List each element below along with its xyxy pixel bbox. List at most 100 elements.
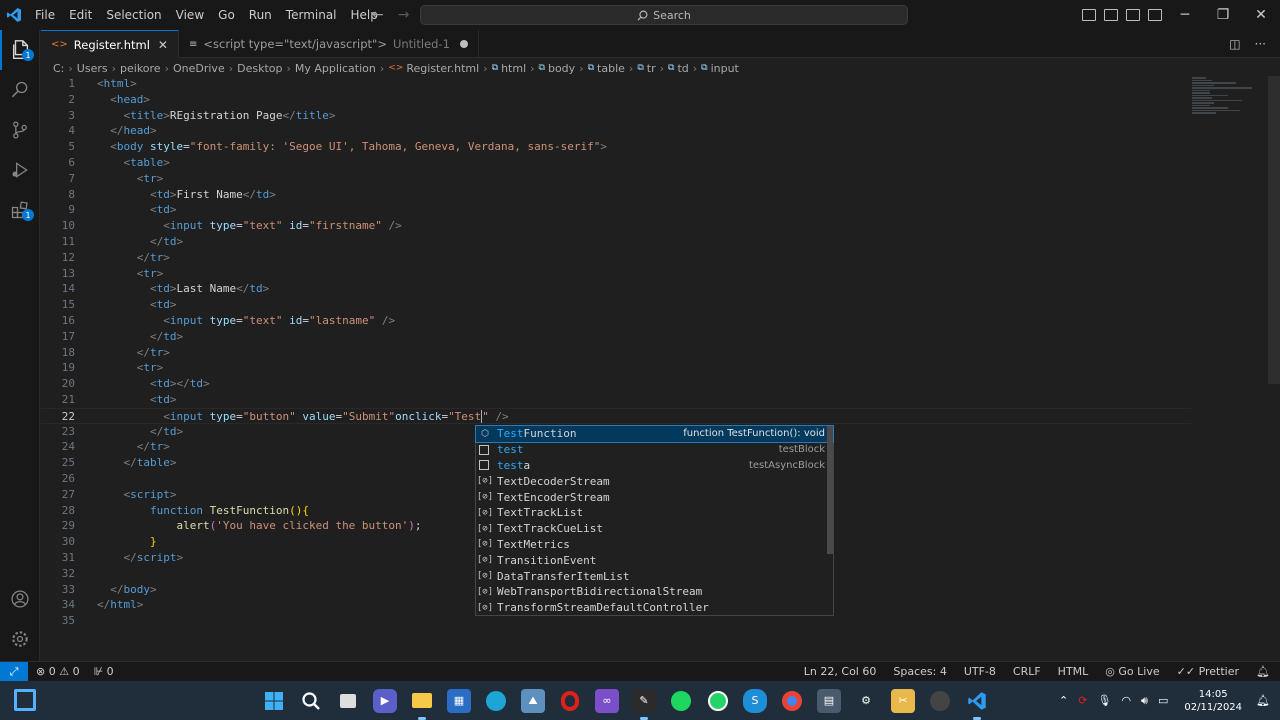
error-count: 0 <box>48 665 56 678</box>
skype-icon[interactable]: S <box>743 688 767 713</box>
calculator-icon[interactable]: ▤ <box>817 688 841 713</box>
indentation[interactable]: Spaces: 4 <box>893 665 946 678</box>
minimap[interactable] <box>1192 76 1260 136</box>
toggle-panel-icon[interactable] <box>1104 9 1118 21</box>
minimize-icon[interactable]: ─ <box>1166 0 1204 30</box>
suggestion-item[interactable]: [⊘] TextMetrics <box>476 537 833 553</box>
suggestion-item[interactable]: test testBlock <box>476 442 833 458</box>
photos-icon[interactable]: ⛰ <box>521 688 545 713</box>
go-live-button[interactable]: ◎ Go Live <box>1105 665 1159 678</box>
cursor-position[interactable]: Ln 22, Col 60 <box>804 665 877 678</box>
widgets-icon[interactable] <box>14 689 36 711</box>
modified-dot-icon[interactable] <box>459 40 468 48</box>
visual-studio-icon[interactable]: ∞ <box>595 688 619 713</box>
breadcrumb-item[interactable]: peikore <box>120 62 161 75</box>
meet-icon[interactable]: ▶ <box>373 688 397 713</box>
suggestion-item[interactable]: [⊘] TextTrackList <box>476 505 833 521</box>
suggestion-item[interactable]: ⬡ TestFunction function TestFunction(): … <box>475 425 834 443</box>
menu-view[interactable]: View <box>169 0 211 30</box>
file-explorer-icon[interactable] <box>410 689 434 720</box>
microphone-icon[interactable]: 🎙︎ <box>1097 694 1111 707</box>
battery-icon[interactable]: ▭ <box>1158 694 1168 707</box>
opera-icon[interactable] <box>558 689 582 713</box>
volume-icon[interactable]: 🔊︎ <box>1141 694 1148 708</box>
suggestion-item[interactable]: testa testAsyncBlock <box>476 458 833 474</box>
task-view-icon[interactable] <box>336 689 360 713</box>
language-mode[interactable]: HTML <box>1058 665 1089 678</box>
sync-icon[interactable]: ⟳ <box>1078 694 1087 707</box>
whatsapp-icon[interactable] <box>706 689 730 713</box>
prettier-button[interactable]: ✓✓ Prettier <box>1177 665 1239 678</box>
tab-register-html[interactable]: <> Register.html ✕ <box>41 30 179 58</box>
settings-icon[interactable]: ⚙ <box>854 689 878 713</box>
suggestion-item[interactable]: [⊘] TextDecoderStream <box>476 473 833 489</box>
breadcrumb-item[interactable]: Desktop <box>237 62 282 75</box>
ports-indicator[interactable]: ⊮ 0 <box>94 665 114 678</box>
menu-terminal[interactable]: Terminal <box>279 0 344 30</box>
menu-edit[interactable]: Edit <box>62 0 99 30</box>
back-arrow-icon[interactable]: ← <box>372 7 384 23</box>
encoding[interactable]: UTF-8 <box>964 665 996 678</box>
windows-start-icon[interactable] <box>262 689 286 713</box>
line-ending[interactable]: CRLF <box>1013 665 1041 678</box>
clock[interactable]: 14:05 02/11/2024 <box>1184 688 1242 714</box>
breadcrumb-drive[interactable]: C: <box>53 62 64 75</box>
more-actions-icon[interactable]: ··· <box>1255 37 1266 51</box>
menu-file[interactable]: File <box>28 0 62 30</box>
problems-indicator[interactable]: ⊗ 0 ⚠ 0 <box>36 665 80 678</box>
command-center-search[interactable]: Search <box>420 5 908 25</box>
breadcrumb-symbol[interactable]: table <box>597 62 625 75</box>
spotify-icon[interactable] <box>669 689 693 713</box>
breadcrumb-symbol[interactable]: td <box>677 62 688 75</box>
forward-arrow-icon[interactable]: → <box>398 7 410 23</box>
chevron-up-icon[interactable]: ⌃ <box>1059 694 1068 707</box>
suggestion-item[interactable]: [⊘] TransitionEvent <box>476 552 833 568</box>
run-debug-icon[interactable] <box>0 150 40 190</box>
restore-icon[interactable]: ❐ <box>1204 0 1242 30</box>
split-editor-icon[interactable]: ◫ <box>1229 37 1240 51</box>
suggest-scrollbar[interactable] <box>827 426 833 554</box>
explorer-icon[interactable]: 1 <box>0 30 40 70</box>
breadcrumb-symbol[interactable]: html <box>501 62 526 75</box>
manage-gear-icon[interactable] <box>0 619 40 659</box>
toggle-primary-sidebar-icon[interactable] <box>1082 9 1096 21</box>
wifi-icon[interactable]: ◠ <box>1121 694 1131 707</box>
notification-icon[interactable]: 🔔︎ <box>1256 694 1270 707</box>
paint-icon[interactable]: ✂ <box>891 688 915 713</box>
search-icon[interactable] <box>299 689 323 713</box>
close-window-icon[interactable]: ✕ <box>1242 0 1280 30</box>
menu-run[interactable]: Run <box>242 0 279 30</box>
breadcrumb-symbol[interactable]: input <box>711 62 739 75</box>
suggestion-item[interactable]: [⊘] TextTrackCueList <box>476 521 833 537</box>
breadcrumb-item[interactable]: OneDrive <box>173 62 225 75</box>
source-control-icon[interactable] <box>0 110 40 150</box>
accounts-icon[interactable] <box>0 579 40 619</box>
remote-indicator-icon[interactable]: ⤢ <box>0 661 28 682</box>
editor-scrollbar[interactable] <box>1268 76 1280 384</box>
menu-go[interactable]: Go <box>211 0 242 30</box>
store-icon[interactable]: ▦ <box>447 688 471 713</box>
breadcrumb-file[interactable]: Register.html <box>406 62 479 75</box>
breadcrumb-item[interactable]: Users <box>77 62 108 75</box>
breadcrumb-symbol[interactable]: body <box>548 62 575 75</box>
notifications-bell-icon[interactable]: 🔔︎ <box>1256 665 1270 678</box>
davinci-icon[interactable] <box>928 689 952 713</box>
menu-selection[interactable]: Selection <box>99 0 168 30</box>
vscode-icon[interactable] <box>965 689 989 720</box>
search-view-icon[interactable] <box>0 70 40 110</box>
toggle-secondary-sidebar-icon[interactable] <box>1126 9 1140 21</box>
sticky-notes-icon[interactable]: ✎ <box>632 688 656 720</box>
close-tab-icon[interactable]: ✕ <box>158 38 168 52</box>
suggestion-item[interactable]: [⊘] WebTransportBidirectionalStream <box>476 584 833 600</box>
edge-icon[interactable] <box>484 689 508 713</box>
code-line: 18 </tr> <box>41 345 1191 361</box>
suggestion-item[interactable]: [⊘] DataTransferItemList <box>476 568 833 584</box>
breadcrumb-symbol[interactable]: tr <box>647 62 656 75</box>
customize-layout-icon[interactable] <box>1148 9 1162 21</box>
breadcrumb-item[interactable]: My Application <box>295 62 376 75</box>
chrome-icon[interactable] <box>780 689 804 713</box>
tab-untitled-1[interactable]: ≡ <script type="text/javascript"> Untitl… <box>179 30 479 58</box>
suggestion-item[interactable]: [⊘] TextEncoderStream <box>476 489 833 505</box>
suggestion-item[interactable]: [⊘] TransformStreamDefaultController <box>476 600 833 616</box>
extensions-icon[interactable]: 1 <box>0 190 40 230</box>
